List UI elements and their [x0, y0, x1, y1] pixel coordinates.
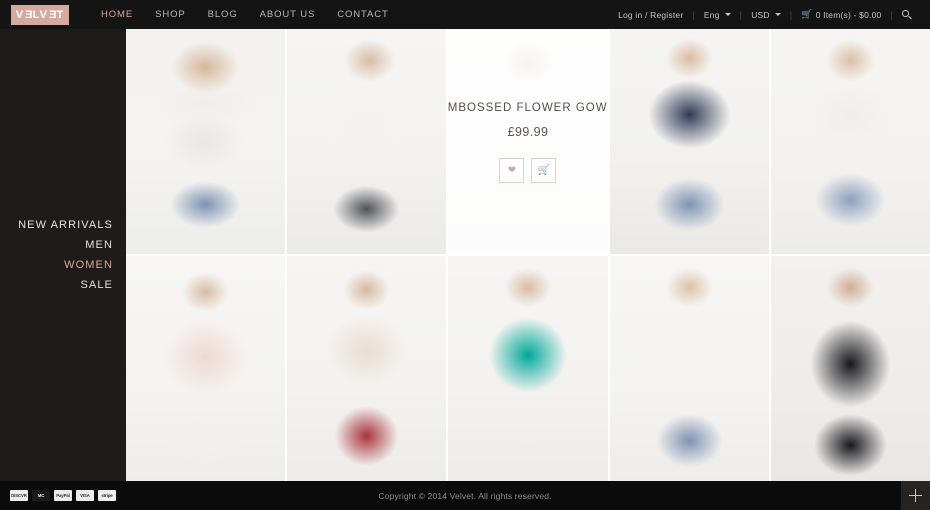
- add-to-cart-button[interactable]: 🛒: [531, 158, 557, 183]
- visa-icon: VISA: [76, 490, 94, 501]
- stripe-icon: stripe: [98, 490, 116, 501]
- product-image: [609, 29, 769, 254]
- copyright-text: Copyright © 2014 Velvet. All rights rese…: [378, 490, 552, 501]
- product-price: £99.99: [507, 125, 549, 139]
- site-footer: DISCVR MC PayPal VISA stripe Copyright ©…: [0, 481, 930, 510]
- paypal-icon: PayPal: [54, 490, 72, 501]
- sidebar-item-sale[interactable]: SALE: [18, 275, 113, 295]
- product-tile-3[interactable]: EMBOSSED FLOWER GOWN £99.99 ❤ 🛒: [448, 29, 608, 254]
- nav-item-shop[interactable]: SHOP: [144, 9, 197, 20]
- product-image: [126, 256, 286, 481]
- sidebar-item-men[interactable]: MEN: [18, 235, 113, 255]
- product-tile-10[interactable]: [770, 256, 930, 481]
- product-tile-5[interactable]: [770, 29, 930, 254]
- cart-icon: 🛒: [537, 164, 551, 176]
- product-tile-6[interactable]: [126, 256, 286, 481]
- product-image: [287, 29, 447, 254]
- product-tile-8[interactable]: [448, 256, 608, 481]
- language-selector[interactable]: Eng: [695, 10, 740, 20]
- login-register-label: Log in / Register: [618, 9, 684, 20]
- nav-item-home[interactable]: HOME: [90, 9, 144, 20]
- sidebar-item-new-arrivals[interactable]: NEW ARRIVALS: [18, 215, 113, 235]
- product-actions: ❤ 🛒: [499, 158, 557, 183]
- chevron-down-icon: [774, 13, 781, 16]
- product-image: [770, 256, 930, 481]
- product-title: EMBOSSED FLOWER GOWN: [448, 102, 608, 114]
- logo-text: VELVET: [15, 8, 65, 21]
- heart-icon: ❤: [507, 164, 517, 176]
- mastercard-icon: MC: [32, 490, 50, 501]
- product-image: [609, 256, 769, 481]
- header-toolbar: Log in / Register | Eng | USD | 🛒 0 Item…: [609, 10, 920, 20]
- page-root: VELVET HOME SHOP BLOG ABOUT US CONTACT L…: [0, 0, 930, 510]
- product-image: [448, 256, 608, 481]
- payment-methods: DISCVR MC PayPal VISA stripe: [10, 490, 116, 501]
- product-grid: EMBOSSED FLOWER GOWN £99.99 ❤ 🛒: [126, 29, 930, 481]
- language-label: Eng: [703, 9, 720, 20]
- sidebar-menu: NEW ARRIVALS MEN WOMEN SALE: [18, 215, 113, 295]
- sidebar: NEW ARRIVALS MEN WOMEN SALE: [0, 29, 126, 481]
- currency-selector[interactable]: USD: [742, 10, 790, 20]
- footer-expand-button[interactable]: [901, 481, 930, 510]
- site-header: VELVET HOME SHOP BLOG ABOUT US CONTACT L…: [0, 0, 930, 29]
- search-icon: [902, 10, 912, 19]
- product-tile-9[interactable]: [609, 256, 769, 481]
- product-image: [287, 256, 447, 481]
- product-image: [770, 29, 930, 254]
- product-tile-2[interactable]: [287, 29, 447, 254]
- site-logo[interactable]: VELVET: [11, 4, 69, 25]
- cart-label: 0 Item(s) - $0.00: [815, 9, 882, 20]
- login-register-link[interactable]: Log in / Register: [609, 10, 692, 20]
- cart-summary[interactable]: 🛒 0 Item(s) - $0.00: [792, 10, 890, 20]
- add-to-wishlist-button[interactable]: ❤: [499, 158, 525, 183]
- product-tile-7[interactable]: [287, 256, 447, 481]
- product-tile-1[interactable]: [126, 29, 286, 254]
- product-tile-4[interactable]: [609, 29, 769, 254]
- currency-label: USD: [751, 9, 770, 20]
- nav-item-blog[interactable]: BLOG: [197, 9, 249, 20]
- plus-icon: [909, 489, 922, 502]
- nav-item-contact[interactable]: CONTACT: [326, 9, 400, 20]
- sidebar-item-women[interactable]: WOMEN: [18, 255, 113, 275]
- discover-icon: DISCVR: [10, 490, 28, 501]
- product-image: [126, 29, 286, 254]
- nav-item-about-us[interactable]: ABOUT US: [249, 9, 327, 20]
- search-button[interactable]: [893, 10, 920, 19]
- chevron-down-icon: [724, 13, 731, 16]
- product-hover-overlay: EMBOSSED FLOWER GOWN £99.99 ❤ 🛒: [448, 29, 608, 254]
- main-navigation: HOME SHOP BLOG ABOUT US CONTACT: [90, 9, 400, 20]
- cart-icon: 🛒: [801, 9, 813, 19]
